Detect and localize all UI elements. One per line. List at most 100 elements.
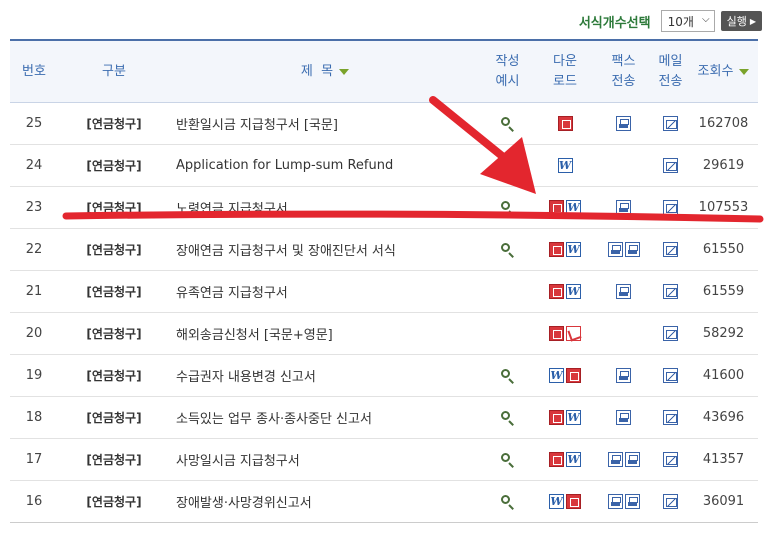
- hwp-icon[interactable]: [549, 326, 564, 341]
- word-icon[interactable]: W: [549, 368, 564, 383]
- row-download: W: [535, 494, 595, 509]
- hwp-icon[interactable]: [557, 116, 573, 131]
- zoom-icon[interactable]: [500, 242, 515, 258]
- mail-icon[interactable]: [663, 116, 678, 131]
- header-views[interactable]: 조회수: [689, 62, 758, 82]
- row-views: 61550: [689, 242, 758, 257]
- pdf-icon[interactable]: [566, 326, 581, 341]
- row-title[interactable]: 유족연금 지급청구서: [170, 282, 480, 301]
- mail-icon[interactable]: [663, 452, 678, 467]
- row-title-text[interactable]: 장애발생·사망경위신고서: [176, 492, 312, 511]
- row-title-text[interactable]: 장애연금 지급청구서 및 장애진단서 서식: [176, 240, 396, 259]
- table-row: 20 [연금청구] 해외송금신청서 [국문+영문] 58292: [10, 313, 758, 355]
- fax-icon[interactable]: [616, 284, 631, 299]
- fax-icon[interactable]: [616, 200, 631, 215]
- table-row: 22 [연금청구] 장애연금 지급청구서 및 장애진단서 서식 W 61550: [10, 229, 758, 271]
- row-title-text[interactable]: Application for Lump-sum Refund: [176, 158, 393, 173]
- row-title[interactable]: 소득있는 업무 종사·종사중단 신고서: [170, 408, 480, 427]
- hwp-icon[interactable]: [549, 284, 564, 299]
- hwp-icon[interactable]: [549, 242, 564, 257]
- zoom-icon[interactable]: [500, 368, 515, 384]
- mail-icon[interactable]: [663, 494, 678, 509]
- row-title-text[interactable]: 소득있는 업무 종사·종사중단 신고서: [176, 408, 372, 427]
- row-title[interactable]: 수급권자 내용변경 신고서: [170, 366, 480, 385]
- word-icon[interactable]: W: [549, 494, 564, 509]
- zoom-icon[interactable]: [500, 116, 515, 132]
- mail-icon[interactable]: [663, 200, 678, 215]
- zoom-icon[interactable]: [500, 494, 515, 510]
- row-title-text[interactable]: 수급권자 내용변경 신고서: [176, 366, 316, 385]
- row-title-text[interactable]: 유족연금 지급청구서: [176, 282, 288, 301]
- row-no: 23: [10, 200, 58, 215]
- fax-icon[interactable]: [624, 452, 640, 467]
- run-button[interactable]: 실행 ▶: [720, 11, 762, 31]
- row-fax: [595, 242, 652, 257]
- row-type: [연금청구]: [58, 241, 170, 258]
- hwp-icon[interactable]: [549, 452, 564, 467]
- row-fax: [595, 410, 652, 425]
- hwp-icon[interactable]: [566, 368, 581, 383]
- fax-icon[interactable]: [607, 242, 623, 257]
- hwp-icon[interactable]: [549, 200, 564, 215]
- word-icon[interactable]: W: [566, 410, 581, 425]
- zoom-icon[interactable]: [500, 200, 515, 216]
- count-select[interactable]: 10개 ⌵: [660, 10, 715, 32]
- word-icon[interactable]: W: [566, 284, 581, 299]
- row-example: [480, 116, 535, 132]
- row-type-text: [연금청구]: [86, 453, 142, 467]
- row-views-text: 41600: [702, 368, 745, 383]
- row-fax: [595, 452, 652, 467]
- row-type: [연금청구]: [58, 493, 170, 510]
- mail-icon[interactable]: [663, 284, 678, 299]
- word-icon[interactable]: W: [566, 200, 581, 215]
- row-views: 41357: [689, 452, 758, 467]
- row-download: [535, 116, 595, 131]
- mail-icon[interactable]: [663, 410, 678, 425]
- fax-icon[interactable]: [616, 116, 631, 131]
- row-title[interactable]: 해외송금신청서 [국문+영문]: [170, 324, 480, 343]
- fax-icon[interactable]: [607, 494, 623, 509]
- mail-icon[interactable]: [663, 368, 678, 383]
- row-title[interactable]: 장애연금 지급청구서 및 장애진단서 서식: [170, 240, 480, 259]
- row-type: [연금청구]: [58, 157, 170, 174]
- mail-icon[interactable]: [663, 158, 678, 173]
- hwp-icon[interactable]: [549, 410, 564, 425]
- row-views: 58292: [689, 326, 758, 341]
- mail-icon[interactable]: [663, 326, 678, 341]
- row-title-text[interactable]: 반환일시금 지급청구서 [국문]: [176, 114, 338, 133]
- row-title[interactable]: 반환일시금 지급청구서 [국문]: [170, 114, 480, 133]
- list-count-toolbar: 서식개수선택 10개 ⌵ 실행 ▶: [579, 10, 762, 32]
- row-title[interactable]: 노령연금 지급청구서: [170, 198, 480, 217]
- sort-icon[interactable]: [339, 68, 350, 75]
- zoom-icon[interactable]: [500, 410, 515, 426]
- count-select-value: 10개: [667, 14, 694, 29]
- fax-icon[interactable]: [616, 410, 631, 425]
- row-title-text[interactable]: 노령연금 지급청구서: [176, 198, 288, 217]
- row-download: W: [535, 452, 595, 467]
- row-title-text[interactable]: 사망일시금 지급청구서: [176, 450, 300, 469]
- fax-icon[interactable]: [624, 494, 640, 509]
- fax-icon[interactable]: [607, 452, 623, 467]
- mail-icon[interactable]: [663, 242, 678, 257]
- row-type-text: [연금청구]: [86, 285, 142, 299]
- word-icon[interactable]: W: [566, 242, 581, 257]
- word-icon[interactable]: W: [557, 158, 573, 173]
- header-title[interactable]: 제 목: [170, 62, 480, 82]
- row-example: [480, 368, 535, 384]
- row-download: W: [535, 200, 595, 215]
- word-icon[interactable]: W: [566, 452, 581, 467]
- fax-icon[interactable]: [616, 368, 631, 383]
- row-title[interactable]: 사망일시금 지급청구서: [170, 450, 480, 469]
- chevron-down-icon: ⌵: [702, 14, 710, 25]
- zoom-icon[interactable]: [500, 452, 515, 468]
- row-title[interactable]: Application for Lump-sum Refund: [170, 158, 480, 173]
- row-type-text: [연금청구]: [86, 369, 142, 383]
- row-title-text[interactable]: 해외송금신청서 [국문+영문]: [176, 324, 333, 343]
- hwp-icon[interactable]: [566, 494, 581, 509]
- row-download: [535, 326, 595, 341]
- row-views: 41600: [689, 368, 758, 383]
- fax-icon[interactable]: [624, 242, 640, 257]
- row-views-text: 58292: [702, 326, 745, 341]
- row-title[interactable]: 장애발생·사망경위신고서: [170, 492, 480, 511]
- sort-icon[interactable]: [739, 68, 750, 75]
